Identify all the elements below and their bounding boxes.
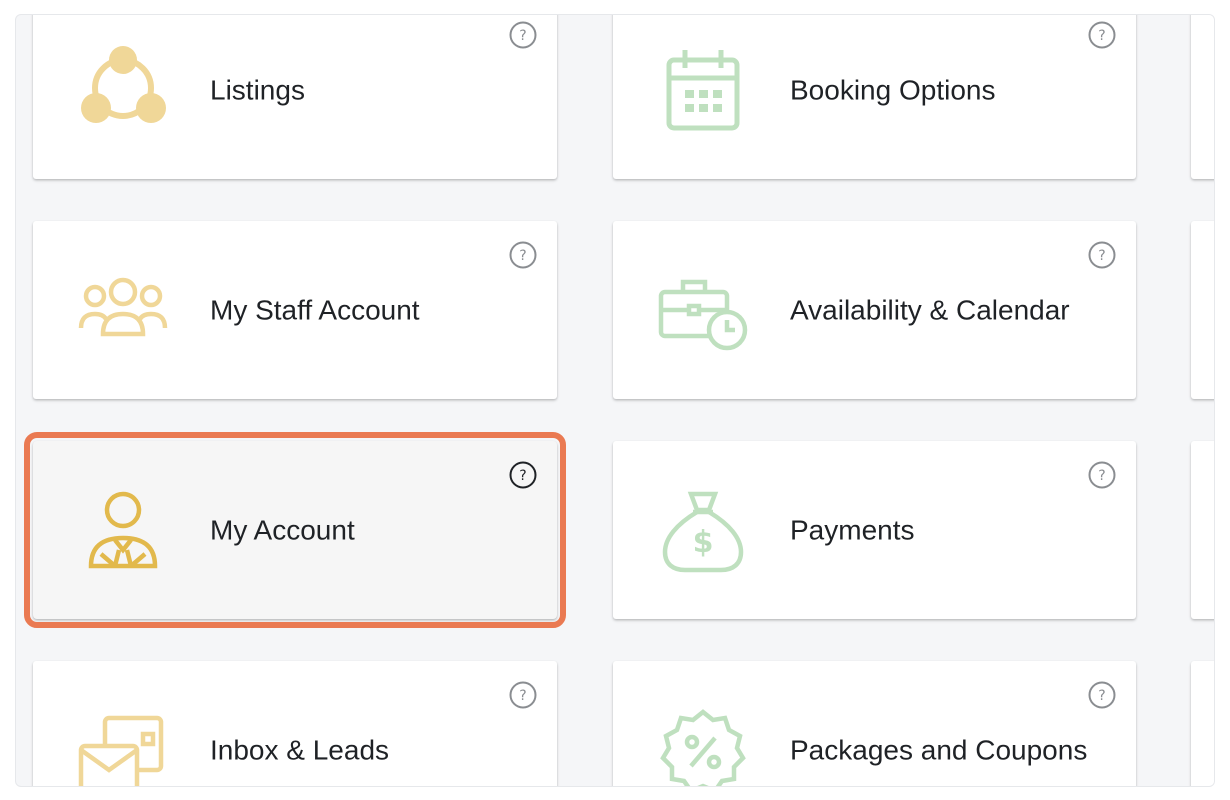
user-tie-icon (75, 482, 171, 578)
tile-listings[interactable]: Listings ? (33, 15, 557, 179)
tile-label: Listings (210, 74, 305, 106)
users-group-icon (75, 262, 171, 358)
question-circle-icon[interactable]: ? (509, 681, 537, 709)
tile-label: My Staff Account (210, 294, 420, 326)
tile-partial[interactable] (1191, 441, 1214, 619)
tile-payments[interactable]: $ Payments ? (613, 441, 1136, 619)
tile-label: Packages and Coupons (790, 734, 1088, 766)
question-circle-icon[interactable]: ? (1088, 681, 1116, 709)
tile-availability-calendar[interactable]: Availability & Calendar ? (613, 221, 1136, 399)
svg-text:?: ? (519, 28, 526, 44)
question-circle-icon[interactable]: ? (1088, 241, 1116, 269)
settings-tiles-panel: Listings ? Booking Options ? My Staff Ac… (15, 14, 1215, 787)
tile-partial[interactable] (1191, 661, 1214, 786)
tile-my-staff-account[interactable]: My Staff Account ? (33, 221, 557, 399)
svg-text:?: ? (1098, 468, 1105, 484)
tile-label: Booking Options (790, 74, 996, 106)
svg-text:?: ? (1098, 28, 1105, 44)
tile-partial[interactable] (1191, 15, 1214, 179)
calendar-icon (655, 42, 751, 138)
envelope-card-icon (75, 702, 171, 786)
question-circle-icon[interactable]: ? (1088, 461, 1116, 489)
svg-text:?: ? (1098, 248, 1105, 264)
money-bag-icon: $ (655, 482, 751, 578)
tile-packages-coupons[interactable]: Packages and Coupons ? (613, 661, 1136, 786)
tile-label: Availability & Calendar (790, 294, 1070, 326)
tile-partial[interactable] (1191, 221, 1214, 399)
network-icon (75, 42, 171, 138)
question-circle-icon[interactable]: ? (1088, 21, 1116, 49)
question-circle-icon[interactable]: ? (509, 461, 537, 489)
tile-my-account[interactable]: My Account ? (24, 432, 566, 628)
question-circle-icon[interactable]: ? (509, 21, 537, 49)
tile-label: Inbox & Leads (210, 734, 390, 766)
tile-label: My Account (210, 514, 355, 546)
svg-text:?: ? (1098, 688, 1105, 704)
svg-text:?: ? (519, 468, 526, 484)
percent-badge-icon (655, 702, 751, 786)
svg-text:?: ? (519, 688, 526, 704)
tile-booking-options[interactable]: Booking Options ? (613, 15, 1136, 179)
svg-text:$: $ (693, 525, 714, 560)
tile-label: Payments (790, 514, 915, 546)
briefcase-clock-icon (655, 262, 751, 358)
svg-text:?: ? (519, 248, 526, 264)
tile-inbox-leads[interactable]: Inbox & Leads ? (33, 661, 557, 786)
question-circle-icon[interactable]: ? (509, 241, 537, 269)
